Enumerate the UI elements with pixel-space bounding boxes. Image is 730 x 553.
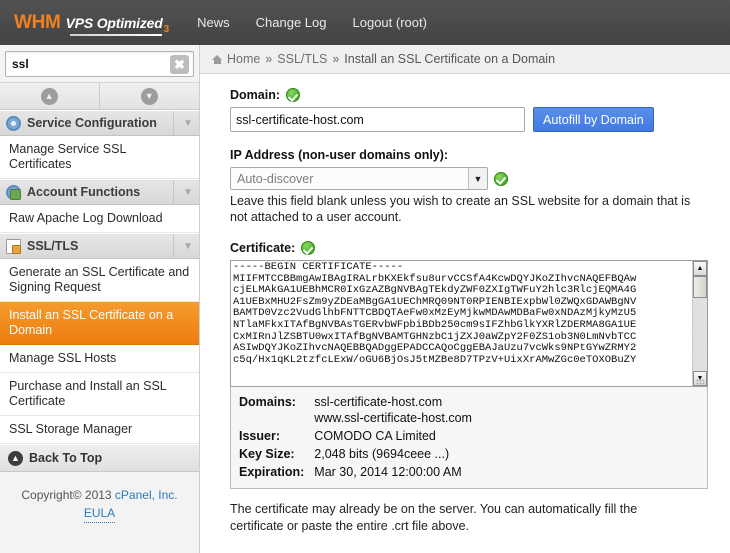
sidebar-filler bbox=[0, 533, 199, 553]
document-icon bbox=[6, 239, 21, 254]
domain-input[interactable] bbox=[230, 107, 525, 132]
back-to-top-button[interactable]: ▲ Back To Top bbox=[0, 444, 199, 472]
ip-address-row: Auto-discover ▼ bbox=[230, 167, 716, 190]
search-box[interactable]: ✖ bbox=[5, 51, 194, 77]
scroll-up-button[interactable]: ▲ bbox=[0, 83, 100, 109]
autofill-by-domain-button[interactable]: Autofill by Domain bbox=[533, 107, 654, 132]
gear-icon bbox=[6, 116, 21, 131]
cert-domain-primary: ssl-certificate-host.com bbox=[314, 394, 472, 410]
ip-address-select[interactable]: Auto-discover ▼ bbox=[230, 167, 488, 190]
certificate-footer-note: The certificate may already be on the se… bbox=[230, 501, 680, 535]
scroll-down-button[interactable]: ▼ bbox=[100, 83, 200, 109]
sidebar-item-manage-service-ssl-certificates[interactable]: Manage Service SSL Certificates bbox=[0, 136, 199, 179]
sidebar-scroll-arrows: ▲ ▼ bbox=[0, 82, 199, 110]
certificate-info-table: Domains: ssl-certificate-host.com www.ss… bbox=[239, 393, 472, 481]
arrow-up-circle-icon: ▲ bbox=[8, 451, 23, 466]
sidebar-item-ssl-storage-manager[interactable]: SSL Storage Manager bbox=[0, 416, 199, 444]
resize-grip-icon[interactable] bbox=[696, 379, 705, 386]
cert-issuer-value: COMODO CA Limited bbox=[314, 427, 472, 445]
whm-logo: WHM VPS Optimized 3 bbox=[14, 12, 169, 34]
ip-address-label-row: IP Address (non-user domains only): bbox=[230, 148, 716, 162]
group-title: Account Functions bbox=[27, 185, 173, 199]
group-title: SSL/TLS bbox=[27, 239, 173, 253]
cpanel-link[interactable]: cPanel, Inc. bbox=[115, 488, 178, 502]
spacer bbox=[230, 132, 716, 148]
group-title: Service Configuration bbox=[27, 116, 173, 130]
triangle-up-icon[interactable]: ▲ bbox=[693, 261, 707, 276]
cert-expiration-value: Mar 30, 2014 12:00:00 AM bbox=[314, 463, 472, 481]
main-content: Home » SSL/TLS » Install an SSL Certific… bbox=[200, 45, 730, 553]
scrollbar-track[interactable] bbox=[693, 298, 707, 371]
certificate-scrollbar[interactable]: ▲ ▼ bbox=[692, 261, 707, 386]
account-icon bbox=[6, 185, 21, 200]
table-row: Issuer: COMODO CA Limited bbox=[239, 427, 472, 445]
certificate-label: Certificate: bbox=[230, 241, 295, 255]
sidebar-item-purchase-install-ssl[interactable]: Purchase and Install an SSL Certificate bbox=[0, 373, 199, 416]
eula-link[interactable]: EULA bbox=[84, 504, 115, 523]
cert-domain-www: www.ssl-certificate-host.com bbox=[314, 410, 472, 426]
cert-domains-key: Domains: bbox=[239, 393, 314, 427]
certificate-text[interactable]: -----BEGIN CERTIFICATE----- MIIFMTCCBBmg… bbox=[231, 261, 693, 386]
breadcrumb-separator: » bbox=[265, 52, 272, 66]
cert-issuer-key: Issuer: bbox=[239, 427, 314, 445]
top-header-bar: WHM VPS Optimized 3 News Change Log Logo… bbox=[0, 0, 730, 45]
certificate-label-row: Certificate: bbox=[230, 241, 716, 255]
table-row: Key Size: 2,048 bits (9694ceee ...) bbox=[239, 445, 472, 463]
logo-whm-text: WHM bbox=[14, 12, 61, 34]
breadcrumb-current: Install an SSL Certificate on a Domain bbox=[344, 52, 555, 66]
table-row: Domains: ssl-certificate-host.com www.ss… bbox=[239, 393, 472, 427]
logo-underline bbox=[70, 34, 162, 36]
breadcrumb-separator: » bbox=[332, 52, 339, 66]
back-to-top-label: Back To Top bbox=[29, 451, 102, 465]
chevron-down-icon[interactable]: ▼ bbox=[173, 111, 193, 135]
table-row: Expiration: Mar 30, 2014 12:00:00 AM bbox=[239, 463, 472, 481]
breadcrumb-ssl-tls[interactable]: SSL/TLS bbox=[277, 52, 327, 66]
sidebar: ✖ ▲ ▼ Service Configuration ▼ Manage Ser… bbox=[0, 45, 200, 553]
chevron-down-icon: ▼ bbox=[141, 88, 158, 105]
nav-change-log[interactable]: Change Log bbox=[256, 15, 327, 30]
ip-address-label: IP Address (non-user domains only): bbox=[230, 148, 448, 162]
domain-label-row: Domain: bbox=[230, 88, 716, 102]
chevron-up-icon: ▲ bbox=[41, 88, 58, 105]
scrollbar-thumb[interactable] bbox=[693, 276, 707, 298]
sidebar-item-raw-apache-log-download[interactable]: Raw Apache Log Download bbox=[0, 205, 199, 233]
sidebar-item-install-ssl-certificate[interactable]: Install an SSL Certificate on a Domain bbox=[0, 302, 199, 345]
page-body: ✖ ▲ ▼ Service Configuration ▼ Manage Ser… bbox=[0, 45, 730, 553]
check-circle-green-icon bbox=[494, 172, 508, 186]
breadcrumb-home[interactable]: Home bbox=[227, 52, 260, 66]
cert-domains-value: ssl-certificate-host.com www.ssl-certifi… bbox=[314, 393, 472, 427]
logo-version-text: 3 bbox=[164, 24, 170, 35]
sidebar-group-account-functions[interactable]: Account Functions ▼ bbox=[0, 179, 199, 205]
spacer bbox=[230, 225, 716, 241]
cert-key-size-key: Key Size: bbox=[239, 445, 314, 463]
chevron-down-icon[interactable]: ▼ bbox=[173, 234, 193, 258]
sidebar-group-service-configuration[interactable]: Service Configuration ▼ bbox=[0, 110, 199, 136]
certificate-info-panel: Domains: ssl-certificate-host.com www.ss… bbox=[230, 387, 708, 489]
check-circle-green-icon bbox=[286, 88, 300, 102]
cert-expiration-key: Expiration: bbox=[239, 463, 314, 481]
form-content: Domain: Autofill by Domain IP Address (n… bbox=[200, 74, 730, 553]
sidebar-group-ssl-tls[interactable]: SSL/TLS ▼ bbox=[0, 233, 199, 259]
ip-address-selected-value: Auto-discover bbox=[231, 172, 468, 186]
logo-vps-text: VPS Optimized bbox=[66, 15, 163, 31]
copyright-block: Copyright© 2013 cPanel, Inc. EULA bbox=[0, 472, 199, 533]
domain-row: Autofill by Domain bbox=[230, 107, 716, 132]
certificate-textarea[interactable]: -----BEGIN CERTIFICATE----- MIIFMTCCBBmg… bbox=[230, 260, 708, 387]
chevron-down-icon[interactable]: ▼ bbox=[468, 168, 487, 189]
chevron-down-icon[interactable]: ▼ bbox=[173, 180, 193, 204]
check-circle-green-icon bbox=[301, 241, 315, 255]
breadcrumb: Home » SSL/TLS » Install an SSL Certific… bbox=[200, 45, 730, 74]
nav-logout[interactable]: Logout (root) bbox=[353, 15, 427, 30]
ip-address-help-text: Leave this field blank unless you wish t… bbox=[230, 193, 700, 225]
cert-key-size-value: 2,048 bits (9694ceee ...) bbox=[314, 445, 472, 463]
search-input[interactable] bbox=[6, 53, 193, 75]
domain-label: Domain: bbox=[230, 88, 280, 102]
search-clear-icon[interactable]: ✖ bbox=[170, 55, 189, 74]
home-icon bbox=[212, 55, 223, 64]
nav-news[interactable]: News bbox=[197, 15, 230, 30]
copyright-text: Copyright© 2013 bbox=[21, 488, 115, 502]
sidebar-item-manage-ssl-hosts[interactable]: Manage SSL Hosts bbox=[0, 345, 199, 373]
sidebar-search-row: ✖ bbox=[0, 45, 199, 82]
sidebar-item-generate-ssl-certificate[interactable]: Generate an SSL Certificate and Signing … bbox=[0, 259, 199, 302]
